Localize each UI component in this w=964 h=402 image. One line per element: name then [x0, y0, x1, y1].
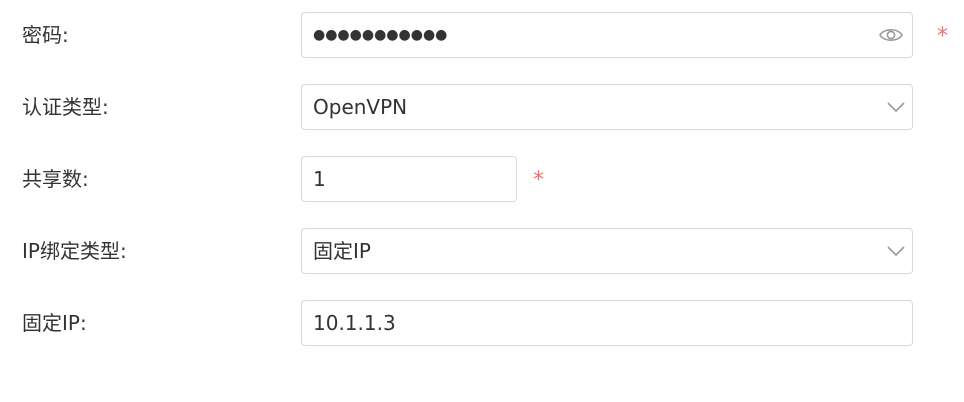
password-input[interactable]: ●●●●●●●●●●●	[301, 12, 913, 58]
share-count-label: 共享数:	[22, 167, 89, 191]
password-required-mark: *	[937, 24, 948, 49]
auth-type-row: 认证类型: OpenVPN	[0, 84, 964, 130]
share-count-input[interactable]: 1	[301, 156, 517, 202]
chevron-down-icon[interactable]	[886, 241, 906, 261]
fixed-ip-input[interactable]: 10.1.1.3	[301, 300, 913, 346]
auth-type-value: OpenVPN	[313, 95, 408, 119]
ip-binding-type-select[interactable]: 固定IP	[301, 228, 913, 274]
chevron-down-icon[interactable]	[886, 97, 906, 117]
share-count-row: 共享数: 1 *	[0, 156, 964, 202]
share-count-value: 1	[313, 167, 326, 191]
ip-binding-type-row: IP绑定类型: 固定IP	[0, 228, 964, 274]
auth-type-select[interactable]: OpenVPN	[301, 84, 913, 130]
fixed-ip-label: 固定IP:	[22, 311, 87, 335]
share-count-required-mark: *	[533, 168, 544, 193]
password-value: ●●●●●●●●●●●	[313, 27, 448, 43]
fixed-ip-row: 固定IP: 10.1.1.3	[0, 300, 964, 346]
account-form: 密码: ●●●●●●●●●●● * 认证类型: OpenVPN 共享数: 1 *…	[0, 0, 964, 402]
password-row: 密码: ●●●●●●●●●●● *	[0, 12, 964, 58]
fixed-ip-value: 10.1.1.3	[313, 311, 396, 335]
eye-icon[interactable]	[879, 24, 903, 46]
ip-binding-type-label: IP绑定类型:	[22, 239, 127, 263]
password-label: 密码:	[22, 23, 69, 47]
ip-binding-type-value: 固定IP	[313, 239, 371, 263]
auth-type-label: 认证类型:	[22, 95, 109, 119]
